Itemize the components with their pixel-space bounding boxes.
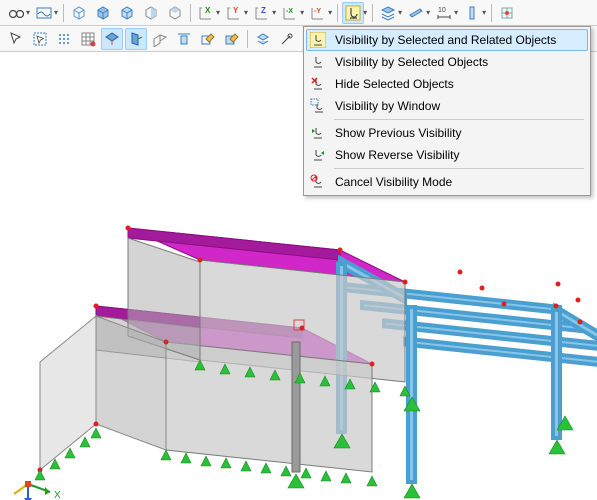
svg-text:X: X — [54, 490, 61, 500]
toolbar-separator — [372, 4, 373, 22]
align-top-icon[interactable] — [173, 28, 195, 50]
menu-item-visibility-selected-related[interactable]: Visibility by Selected and Related Objec… — [306, 29, 588, 51]
layer-stack-icon[interactable] — [377, 2, 399, 24]
degree-icon[interactable] — [276, 28, 298, 50]
menu-item-label: Visibility by Window — [335, 99, 440, 113]
dropdown-arrow-icon[interactable]: ▾ — [244, 8, 248, 17]
select-arrow-icon[interactable] — [5, 28, 27, 50]
layer-icon[interactable] — [252, 28, 274, 50]
node-edit-icon[interactable] — [197, 28, 219, 50]
menu-separator — [334, 168, 584, 169]
plane-icon[interactable] — [405, 2, 427, 24]
svg-text:-Y: -Y — [314, 8, 321, 15]
menu-item-label: Show Reverse Visibility — [335, 148, 460, 162]
plane-xz-icon[interactable] — [149, 28, 171, 50]
column-icon[interactable] — [461, 2, 483, 24]
dropdown-arrow-icon[interactable]: ▾ — [398, 8, 402, 17]
wire-cube-icon[interactable] — [68, 2, 90, 24]
axis-x-icon[interactable]: X — [195, 2, 217, 24]
axis-neg-x-icon[interactable]: -X — [279, 2, 301, 24]
menu-item-cancel-visibility[interactable]: Cancel Visibility Mode — [306, 171, 588, 193]
plane-yz-icon[interactable] — [125, 28, 147, 50]
svg-text:10: 10 — [438, 7, 446, 14]
dropdown-arrow-icon[interactable]: ▾ — [300, 8, 304, 17]
dropdown-arrow-icon[interactable]: ▾ — [482, 8, 486, 17]
svg-text:X: X — [205, 6, 211, 15]
menu-item-label: Visibility by Selected Objects — [335, 55, 488, 69]
menu-item-show-previous[interactable]: Show Previous Visibility — [306, 122, 588, 144]
menu-item-hide-selected[interactable]: Hide Selected Objects — [306, 73, 588, 95]
axis-neg-y-icon[interactable]: -Y — [307, 2, 329, 24]
microscope-window-icon — [309, 97, 327, 115]
microscope-x-icon — [309, 75, 327, 93]
cube-side2-icon[interactable] — [164, 2, 186, 24]
axis-z-icon[interactable]: Z — [251, 2, 273, 24]
microscope-icon — [309, 53, 327, 71]
menu-separator — [334, 119, 584, 120]
menu-item-show-reverse[interactable]: Show Reverse Visibility — [306, 144, 588, 166]
toolbar-separator — [337, 4, 338, 22]
dropdown-arrow-icon[interactable]: ▾ — [216, 8, 220, 17]
toolbar-separator — [63, 4, 64, 22]
visibility-menu: Visibility by Selected and Related Objec… — [303, 26, 591, 196]
toolbar-separator — [247, 30, 248, 48]
grid-alt-icon[interactable] — [77, 28, 99, 50]
microscope-box-icon — [309, 31, 327, 49]
offset-10-icon[interactable]: 10 — [433, 2, 455, 24]
svg-text:Z: Z — [261, 6, 266, 15]
grid-dots-icon[interactable] — [53, 28, 75, 50]
toolbar-separator — [190, 4, 191, 22]
solid-cube-alt-icon[interactable] — [116, 2, 138, 24]
mesh-config-icon[interactable] — [496, 2, 518, 24]
dropdown-arrow-icon[interactable]: ▾ — [272, 8, 276, 17]
menu-item-visibility-selected[interactable]: Visibility by Selected Objects — [306, 51, 588, 73]
dropdown-arrow-icon[interactable]: ▾ — [328, 8, 332, 17]
dropdown-arrow-icon[interactable]: ▾ — [54, 8, 58, 17]
menu-item-label: Show Previous Visibility — [335, 126, 462, 140]
microscope-cancel-icon — [309, 173, 327, 191]
toolbar-separator — [491, 4, 492, 22]
glasses-icon[interactable] — [5, 2, 27, 24]
menu-item-label: Hide Selected Objects — [335, 77, 454, 91]
window-select-icon[interactable] — [29, 28, 51, 50]
pencil-icon[interactable] — [221, 28, 243, 50]
plane-xy-icon[interactable] — [101, 28, 123, 50]
axis-y-icon[interactable]: Y — [223, 2, 245, 24]
svg-text:Y: Y — [233, 6, 239, 15]
microscope-prev-icon — [309, 124, 327, 142]
solid-cube-icon[interactable] — [92, 2, 114, 24]
microscope-rev-icon — [309, 146, 327, 164]
visibility-microscope-icon[interactable] — [342, 2, 364, 24]
dropdown-arrow-icon[interactable]: ▾ — [26, 8, 30, 17]
dropdown-arrow-icon[interactable]: ▾ — [454, 8, 458, 17]
dropdown-arrow-icon[interactable]: ▾ — [426, 8, 430, 17]
dropdown-arrow-icon[interactable]: ▾ — [363, 8, 367, 17]
menu-item-label: Cancel Visibility Mode — [335, 175, 452, 189]
wave-display-icon[interactable] — [33, 2, 55, 24]
toolbar-row-1: ▾ ▾ X ▾ Y ▾ Z ▾ -X ▾ -Y ▾ ▾ ▾ ▾ 10 ▾ ▾ — [0, 0, 597, 26]
menu-item-visibility-window[interactable]: Visibility by Window — [306, 95, 588, 117]
menu-item-label: Visibility by Selected and Related Objec… — [335, 33, 556, 47]
cube-side1-icon[interactable] — [140, 2, 162, 24]
svg-text:-X: -X — [286, 8, 293, 15]
axis-gizmo: X Z — [14, 481, 61, 500]
